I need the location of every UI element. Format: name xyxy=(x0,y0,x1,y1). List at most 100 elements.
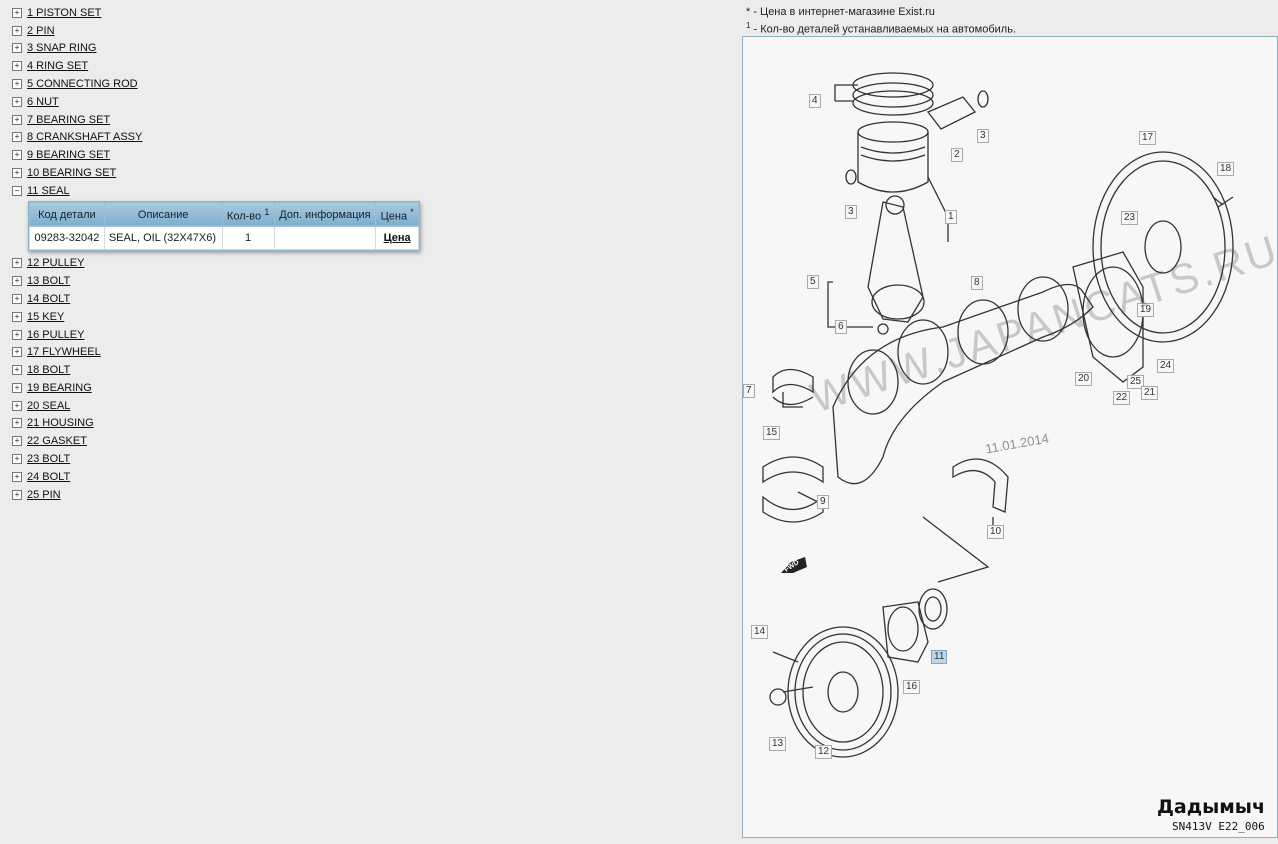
tree-item-label[interactable]: 17 FLYWHEEL xyxy=(27,346,101,358)
callout-3b[interactable]: 3 xyxy=(845,205,857,219)
expand-icon[interactable]: + xyxy=(12,293,22,304)
callout-14[interactable]: 14 xyxy=(751,625,769,639)
tree-item-label[interactable]: 2 PIN xyxy=(27,25,55,37)
tree-item-label[interactable]: 18 BOLT xyxy=(27,364,70,376)
expand-icon[interactable]: + xyxy=(12,25,22,36)
tree-item[interactable]: +25 PIN xyxy=(12,486,712,504)
tree-item-label[interactable]: 1 PISTON SET xyxy=(27,7,101,19)
tree-item[interactable]: +18 BOLT xyxy=(12,361,712,379)
expand-icon[interactable]: + xyxy=(12,489,22,500)
expand-icon[interactable]: + xyxy=(12,471,22,482)
expand-icon[interactable]: + xyxy=(12,311,22,322)
tree-item-label[interactable]: 5 CONNECTING ROD xyxy=(27,78,138,90)
tree-item[interactable]: +10 BEARING SET xyxy=(12,164,712,182)
callout-17[interactable]: 17 xyxy=(1139,131,1157,145)
tree-item[interactable]: +9 BEARING SET xyxy=(12,146,712,164)
expand-icon[interactable]: + xyxy=(12,150,22,161)
expand-icon[interactable]: + xyxy=(12,258,22,269)
callout-6[interactable]: 6 xyxy=(835,320,847,334)
tree-item-label[interactable]: 8 CRANKSHAFT ASSY xyxy=(27,131,142,143)
tree-item[interactable]: +2 PIN xyxy=(12,22,712,40)
tree-item[interactable]: +15 KEY xyxy=(12,308,712,326)
tree-item-label[interactable]: 3 SNAP RING xyxy=(27,42,97,54)
expand-icon[interactable]: + xyxy=(12,418,22,429)
expand-icon[interactable]: + xyxy=(12,79,22,90)
expand-icon[interactable]: + xyxy=(12,168,22,179)
tree-item-label[interactable]: 14 BOLT xyxy=(27,293,70,305)
tree-item[interactable]: +23 BOLT xyxy=(12,450,712,468)
callout-4[interactable]: 4 xyxy=(809,94,821,108)
tree-item[interactable]: +24 BOLT xyxy=(12,468,712,486)
callout-10[interactable]: 10 xyxy=(987,525,1005,539)
expand-icon[interactable]: + xyxy=(12,454,22,465)
expand-icon[interactable]: + xyxy=(12,382,22,393)
expand-icon[interactable]: + xyxy=(12,43,22,54)
expand-icon[interactable]: + xyxy=(12,276,22,287)
callout-13[interactable]: 13 xyxy=(769,737,787,751)
tree-item-label[interactable]: 13 BOLT xyxy=(27,275,70,287)
tree-item-label[interactable]: 7 BEARING SET xyxy=(27,114,110,126)
callout-11-highlighted[interactable]: 11 xyxy=(931,650,948,664)
callout-8[interactable]: 8 xyxy=(971,276,983,290)
callout-3[interactable]: 3 xyxy=(977,129,989,143)
callout-9[interactable]: 9 xyxy=(817,495,829,509)
tree-item[interactable]: +7 BEARING SET xyxy=(12,111,712,129)
tree-item-label[interactable]: 19 BEARING xyxy=(27,382,92,394)
tree-item[interactable]: +1 PISTON SET xyxy=(12,4,712,22)
tree-item[interactable]: +3 SNAP RING xyxy=(12,40,712,58)
tree-item[interactable]: +8 CRANKSHAFT ASSY xyxy=(12,129,712,147)
tree-item[interactable]: +17 FLYWHEEL xyxy=(12,343,712,361)
tree-item-label[interactable]: 12 PULLEY xyxy=(27,257,84,269)
expand-icon[interactable]: + xyxy=(12,7,22,18)
expand-icon[interactable]: + xyxy=(12,114,22,125)
tree-item[interactable]: +6 NUT xyxy=(12,93,712,111)
tree-item[interactable]: +4 RING SET xyxy=(12,57,712,75)
tree-item-label[interactable]: 16 PULLEY xyxy=(27,329,84,341)
callout-2[interactable]: 2 xyxy=(951,148,963,162)
tree-item[interactable]: +12 PULLEY xyxy=(12,254,712,272)
expand-icon[interactable]: + xyxy=(12,347,22,358)
expand-icon[interactable]: + xyxy=(12,329,22,340)
tree-item[interactable]: +5 CONNECTING ROD xyxy=(12,75,712,93)
tree-item-label[interactable]: 11 SEAL xyxy=(27,185,70,197)
tree-item-label[interactable]: 25 PIN xyxy=(27,489,61,501)
callout-12[interactable]: 12 xyxy=(815,745,833,759)
collapse-icon[interactable]: − xyxy=(12,185,22,196)
callout-24[interactable]: 24 xyxy=(1157,359,1175,373)
expand-icon[interactable]: + xyxy=(12,400,22,411)
callout-15[interactable]: 15 xyxy=(763,426,781,440)
tree-item-label[interactable]: 21 HOUSING xyxy=(27,417,94,429)
expand-icon[interactable]: + xyxy=(12,96,22,107)
expand-icon[interactable]: + xyxy=(12,365,22,376)
expand-icon[interactable]: + xyxy=(12,436,22,447)
expand-icon[interactable]: + xyxy=(12,61,22,72)
callout-5[interactable]: 5 xyxy=(807,275,819,289)
tree-item-label[interactable]: 6 NUT xyxy=(27,96,59,108)
tree-item[interactable]: +22 GASKET xyxy=(12,432,712,450)
tree-item[interactable]: +21 HOUSING xyxy=(12,415,712,433)
callout-20[interactable]: 20 xyxy=(1075,372,1093,386)
callout-1[interactable]: 1 xyxy=(945,210,957,224)
tree-item-label[interactable]: 15 KEY xyxy=(27,311,64,323)
tree-item-label[interactable]: 24 BOLT xyxy=(27,471,70,483)
tree-item-label[interactable]: 9 BEARING SET xyxy=(27,149,110,161)
tree-item-label[interactable]: 10 BEARING SET xyxy=(27,167,116,179)
callout-21[interactable]: 21 xyxy=(1141,386,1159,400)
tree-item[interactable]: +20 SEAL xyxy=(12,397,712,415)
callout-23[interactable]: 23 xyxy=(1121,211,1139,225)
callout-22[interactable]: 22 xyxy=(1113,391,1131,405)
tree-item[interactable]: +14 BOLT xyxy=(12,290,712,308)
tree-item-seal-expanded[interactable]: − 11 SEAL xyxy=(12,182,712,200)
tree-item-label[interactable]: 4 RING SET xyxy=(27,60,88,72)
tree-item-label[interactable]: 22 GASKET xyxy=(27,435,87,447)
price-link[interactable]: Цена xyxy=(384,232,411,244)
callout-16[interactable]: 16 xyxy=(903,680,921,694)
tree-item-label[interactable]: 23 BOLT xyxy=(27,453,70,465)
expand-icon[interactable]: + xyxy=(12,132,22,143)
tree-item[interactable]: +16 PULLEY xyxy=(12,326,712,344)
callout-7[interactable]: 7 xyxy=(743,384,755,398)
tree-item-label[interactable]: 20 SEAL xyxy=(27,400,70,412)
tree-item[interactable]: +19 BEARING xyxy=(12,379,712,397)
callout-18[interactable]: 18 xyxy=(1217,162,1235,176)
tree-item[interactable]: +13 BOLT xyxy=(12,272,712,290)
